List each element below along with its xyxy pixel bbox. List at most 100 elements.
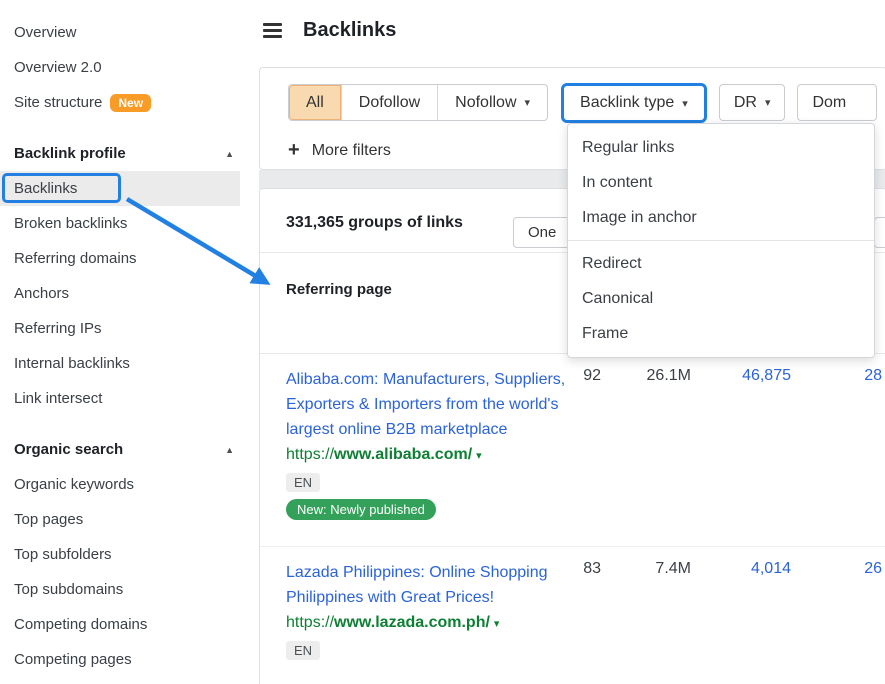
- sidebar-item-label: Broken backlinks: [14, 215, 127, 232]
- sidebar-item-backlinks[interactable]: Backlinks: [0, 171, 240, 206]
- sidebar-item-label: Top pages: [14, 511, 83, 528]
- menu-item-image-in-anchor[interactable]: Image in anchor: [568, 200, 874, 235]
- dr-filter-button[interactable]: DR ▾: [719, 84, 786, 121]
- plus-icon: +: [288, 139, 300, 162]
- sidebar-item-label: Referring IPs: [14, 320, 102, 337]
- url-domain: www.alibaba.com/: [334, 446, 472, 463]
- sidebar-item-label: Competing domains: [14, 616, 147, 633]
- language-badge: EN: [286, 641, 320, 660]
- menu-item-redirect[interactable]: Redirect: [568, 246, 874, 281]
- url-domain: www.lazada.com.ph/: [334, 614, 490, 631]
- sidebar-item-organic-keywords[interactable]: Organic keywords: [0, 467, 250, 502]
- filter-dofollow-button[interactable]: Dofollow: [342, 85, 438, 120]
- collapse-arrow-icon[interactable]: ▲: [225, 149, 234, 159]
- segment-label: Nofollow: [455, 94, 516, 112]
- sidebar-item-label: Organic keywords: [14, 476, 134, 493]
- sidebar-item-label: Top subfolders: [14, 546, 112, 563]
- url-prefix: https://: [286, 614, 334, 631]
- backlink-type-dropdown-menu: Regular links In content Image in anchor…: [567, 123, 875, 358]
- sidebar-item-top-subfolders[interactable]: Top subfolders: [0, 537, 250, 572]
- sidebar-item-site-structure[interactable]: Site structure New: [0, 85, 250, 120]
- sidebar-item-top-pages[interactable]: Top pages: [0, 502, 250, 537]
- table-row: Lazada Philippines: Online Shopping Phil…: [260, 547, 885, 684]
- results-count: 331,365 groups of links: [286, 214, 463, 232]
- cut-off-button[interactable]: [874, 217, 885, 248]
- referring-page-link[interactable]: Alibaba.com: Manufacturers, Suppliers, E…: [286, 367, 578, 442]
- filter-all-button[interactable]: All: [289, 85, 342, 120]
- backlinks-count-link[interactable]: 4,014: [691, 560, 791, 578]
- backlink-type-filter-button[interactable]: Backlink type ▾: [561, 83, 707, 123]
- url-prefix: https://: [286, 446, 334, 463]
- sidebar-item-internal-backlinks[interactable]: Internal backlinks: [0, 346, 250, 381]
- dr-value: 92: [541, 367, 601, 385]
- sidebar-item-label: Backlinks: [14, 180, 77, 197]
- grouping-button-clipped[interactable]: One: [513, 217, 571, 248]
- sidebar-item-top-subdomains[interactable]: Top subdomains: [0, 572, 250, 607]
- referring-page-column-header[interactable]: Referring page: [286, 281, 392, 298]
- sidebar-item-label: Internal backlinks: [14, 355, 130, 372]
- chevron-down-icon[interactable]: ▾: [476, 450, 482, 462]
- referring-page-url[interactable]: https://www.lazada.com.ph/ ▾: [286, 610, 578, 637]
- sidebar-section-backlink-profile[interactable]: Backlink profile ▲: [0, 136, 250, 171]
- collapse-arrow-icon[interactable]: ▲: [225, 445, 234, 455]
- menu-item-in-content[interactable]: In content: [568, 165, 874, 200]
- sidebar-item-broken-backlinks[interactable]: Broken backlinks: [0, 206, 250, 241]
- referring-page-cell: Alibaba.com: Manufacturers, Suppliers, E…: [286, 367, 578, 520]
- menu-icon[interactable]: [263, 20, 282, 41]
- linked-domains-link[interactable]: 26: [801, 560, 882, 578]
- backlinks-report-screen: Overview Overview 2.0 Site structure New…: [0, 0, 885, 684]
- menu-item-frame[interactable]: Frame: [568, 316, 874, 351]
- sidebar-item-label: Top subdomains: [14, 581, 123, 598]
- filter-nofollow-button[interactable]: Nofollow ▾: [438, 85, 547, 120]
- segment-label: Dofollow: [359, 94, 420, 112]
- referring-page-cell: Lazada Philippines: Online Shopping Phil…: [286, 560, 578, 660]
- main-content: Backlinks All Dofollow Nofollow ▾ Backli…: [250, 0, 885, 684]
- sidebar-item-overview[interactable]: Overview: [0, 15, 250, 50]
- sidebar-section-organic-search[interactable]: Organic search ▲: [0, 432, 250, 467]
- button-label: DR: [734, 94, 757, 112]
- language-badge: EN: [286, 473, 320, 492]
- top-bar: Backlinks: [250, 0, 885, 60]
- dr-value: 83: [541, 560, 601, 578]
- referring-page-link[interactable]: Lazada Philippines: Online Shopping Phil…: [286, 560, 578, 610]
- segment-label: All: [306, 94, 324, 112]
- chevron-down-icon: ▾: [525, 96, 531, 109]
- page-title: Backlinks: [303, 19, 396, 42]
- new-badge: New: [110, 94, 151, 112]
- button-label: One: [528, 224, 556, 241]
- chevron-down-icon: ▾: [765, 96, 771, 109]
- section-title: Organic search: [14, 441, 123, 458]
- sidebar-item-link-intersect[interactable]: Link intersect: [0, 381, 250, 416]
- sidebar-item-label: Overview: [14, 24, 77, 41]
- menu-item-regular-links[interactable]: Regular links: [568, 130, 874, 165]
- section-title: Backlink profile: [14, 145, 126, 162]
- menu-item-label: Image in anchor: [582, 209, 697, 227]
- menu-item-label: In content: [582, 174, 652, 192]
- sidebar-item-label: Anchors: [14, 285, 69, 302]
- sidebar-item-competing-domains[interactable]: Competing domains: [0, 607, 250, 642]
- sidebar-item-label: Referring domains: [14, 250, 137, 267]
- filter-row: All Dofollow Nofollow ▾ Backlink type ▾ …: [288, 84, 885, 123]
- table-row: Alibaba.com: Manufacturers, Suppliers, E…: [260, 354, 885, 547]
- linked-domains-link[interactable]: 28: [801, 367, 882, 385]
- menu-item-canonical[interactable]: Canonical: [568, 281, 874, 316]
- follow-segmented-control: All Dofollow Nofollow ▾: [288, 84, 548, 121]
- referring-page-url[interactable]: https://www.alibaba.com/ ▾: [286, 442, 578, 469]
- chevron-down-icon[interactable]: ▾: [494, 618, 500, 630]
- sidebar-item-referring-domains[interactable]: Referring domains: [0, 241, 250, 276]
- sidebar-item-competing-pages[interactable]: Competing pages: [0, 642, 250, 677]
- menu-item-label: Regular links: [582, 139, 674, 157]
- domain-filter-button-clipped[interactable]: Dom: [797, 84, 877, 121]
- sidebar-item-label: Overview 2.0: [14, 59, 102, 76]
- sidebar-item-label: Competing pages: [14, 651, 132, 668]
- backlinks-count-link[interactable]: 46,875: [691, 367, 791, 385]
- sidebar-item-anchors[interactable]: Anchors: [0, 276, 250, 311]
- sidebar-item-referring-ips[interactable]: Referring IPs: [0, 311, 250, 346]
- sidebar-item-overview-2[interactable]: Overview 2.0: [0, 50, 250, 85]
- traffic-value: 7.4M: [611, 560, 691, 578]
- chevron-down-icon: ▾: [682, 97, 688, 110]
- sidebar-item-label: Link intersect: [14, 390, 102, 407]
- menu-item-label: Canonical: [582, 290, 653, 308]
- traffic-value: 26.1M: [611, 367, 691, 385]
- menu-divider: [568, 240, 874, 241]
